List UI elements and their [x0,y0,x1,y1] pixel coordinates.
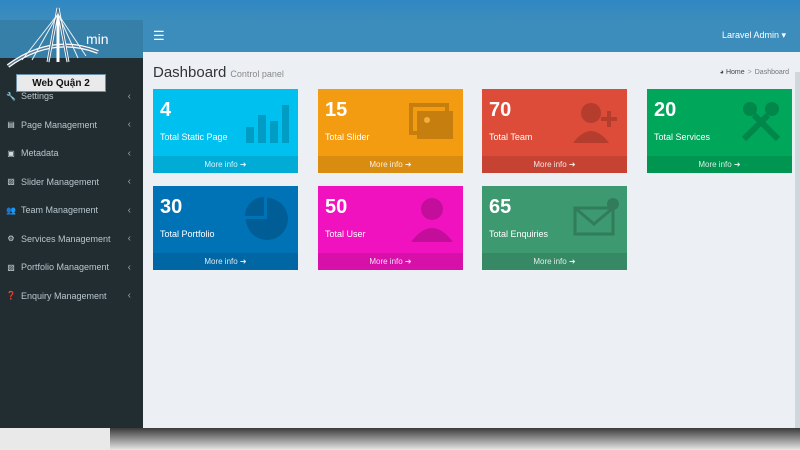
watermark-logo: Web Quận 2 [2,4,106,94]
stat-label: Total Portfolio [160,229,215,239]
chevron-left-icon: ‹ [127,290,131,302]
stat-box-enquiries: 65 Total Enquiries More info ➜ [482,186,627,270]
more-info-link[interactable]: More info ➜ [153,156,298,173]
stat-label: Total Enquiries [489,229,549,239]
watermark-text: Web Quận 2 [16,74,106,92]
breadcrumb-separator: > [747,69,752,76]
chevron-left-icon: ‹ [127,176,131,188]
stat-box-services: 20 Total Services More info ➜ [647,89,792,173]
chevron-left-icon: ‹ [127,233,131,245]
stat-box-portfolio: 30 Total Portfolio More info ➜ [153,186,298,270]
user-icon [411,198,453,242]
chevron-left-icon: ‹ [127,119,131,131]
stat-number: 20 [654,99,677,121]
admin-window: ☰ Laravel Admin ▾ 🔧 Settings ‹ ▤ Page Ma… [0,20,800,448]
main-content: Dashboard Control panel ◕ Home > Dashboard … [143,52,795,426]
cogs-icon: ⚙ [7,234,15,244]
stat-number: 4 [160,99,172,121]
stat-label: Total User [325,229,366,239]
list-icon: ▣ [7,148,15,158]
users-icon: 👥 [6,205,16,215]
bar-chart-icon [246,105,289,143]
pie-chart-icon [245,197,288,240]
sidebar-item-label: Enquiry Management [21,290,107,301]
stat-box-static-page: 4 Total Static Page More info ➜ [153,89,298,173]
chevron-left-icon: ‹ [127,147,131,159]
bottom-shadow [110,428,800,450]
more-info-link[interactable]: More info ➜ [318,253,463,270]
stat-number: 15 [325,99,348,121]
sidebar-item-enquiry-management[interactable]: ❓ Enquiry Management ‹ [0,282,143,311]
sidebar-item-page-management[interactable]: ▤ Page Management ‹ [0,111,143,140]
window-right-edge [795,72,800,448]
stat-number: 65 [489,196,512,218]
chevron-left-icon: ‹ [127,204,131,216]
user-menu[interactable]: Laravel Admin ▾ [722,30,786,41]
stat-number: 50 [325,196,348,218]
sidebar-item-portfolio-management[interactable]: ▨ Portfolio Management ‹ [0,253,143,282]
sidebar-item-label: Portfolio Management [21,262,110,273]
sidebar-item-label: Slider Management [21,176,100,187]
top-navbar: ☰ Laravel Admin ▾ [143,20,800,52]
file-icon: ▤ [7,120,15,130]
more-info-link[interactable]: More info ➜ [318,156,463,173]
sidebar: 🔧 Settings ‹ ▤ Page Management ‹ ▣ Metad… [0,52,143,428]
sidebar-toggle-button[interactable]: ☰ [153,28,165,44]
breadcrumb-current: Dashboard [754,69,789,76]
more-info-link[interactable]: More info ➜ [153,253,298,270]
stat-label: Total Static Page [160,132,228,142]
more-info-link[interactable]: More info ➜ [482,253,627,270]
sidebar-item-label: Page Management [21,119,98,130]
stat-box-slider: 15 Total Slider More info ➜ [318,89,463,173]
sidebar-item-label: Metadata [21,148,59,159]
tools-icon [741,102,781,142]
more-info-link[interactable]: More info ➜ [482,156,627,173]
images-icon [409,103,453,139]
page-title: Dashboard Control panel [153,64,284,81]
breadcrumb-home[interactable]: Home [726,69,745,76]
chevron-left-icon: ‹ [127,90,131,102]
picture-icon: ▨ [7,262,15,272]
stat-label: Total Services [654,132,711,142]
more-info-link[interactable]: More info ➜ [647,156,792,173]
bridge-logo-icon [6,7,99,68]
chevron-left-icon: ‹ [127,261,131,273]
page-subtitle: Control panel [230,69,284,79]
user-plus-icon [573,103,617,143]
sidebar-item-services-management[interactable]: ⚙ Services Management ‹ [0,225,143,254]
breadcrumb: ◕ Home > Dashboard [720,69,789,76]
stat-number: 70 [489,99,512,121]
dashboard-icon: ◕ [719,69,725,76]
envelope-icon [573,198,619,236]
image-icon: ▨ [7,177,15,187]
stat-label: Total Slider [325,132,370,142]
sidebar-item-label: Services Management [21,233,111,244]
top-strip [0,0,800,20]
sidebar-item-metadata[interactable]: ▣ Metadata ‹ [0,139,143,168]
sidebar-item-team-management[interactable]: 👥 Team Management ‹ [0,196,143,225]
stat-number: 30 [160,196,183,218]
sidebar-item-label: Team Management [21,205,99,216]
stat-label: Total Team [489,132,533,142]
stat-box-user: 50 Total User More info ➜ [318,186,463,270]
question-icon: ❓ [6,291,16,301]
sidebar-item-slider-management[interactable]: ▨ Slider Management ‹ [0,168,143,197]
stat-box-team: 70 Total Team More info ➜ [482,89,627,173]
page-title-text: Dashboard [153,64,227,81]
